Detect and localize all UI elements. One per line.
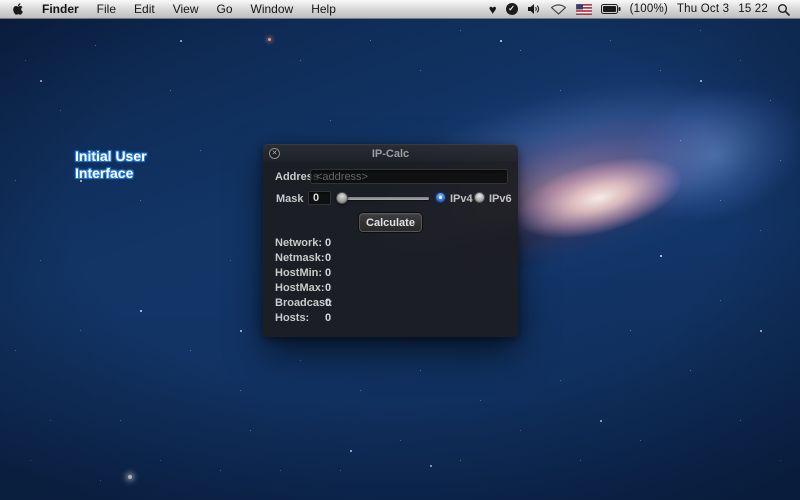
hostmax-label: HostMax:: [275, 282, 325, 294]
menu-item-window[interactable]: Window: [251, 2, 294, 16]
result-row-network: Network: 0: [263, 237, 518, 250]
menu-item-help[interactable]: Help: [311, 2, 336, 16]
mask-slider-track[interactable]: [337, 197, 429, 200]
heart-icon[interactable]: ♥: [489, 3, 497, 16]
annotation-line2: Interface: [75, 165, 147, 182]
netmask-value: 0: [325, 252, 331, 264]
menu-bar-time[interactable]: 15 22: [738, 3, 768, 15]
result-row-netmask: Netmask: 0: [263, 252, 518, 265]
hostmax-value: 0: [325, 282, 331, 294]
ip-calc-window: ✕ IP-Calc Address Mask IPv4 IPv6 Calcula…: [263, 144, 518, 337]
result-row-hosts: Hosts: 0: [263, 312, 518, 325]
hosts-value: 0: [325, 312, 331, 324]
menu-bar: Finder File Edit View Go Window Help ♥ ✓…: [0, 0, 800, 19]
result-row-hostmax: HostMax: 0: [263, 282, 518, 295]
checkmark-circle-icon[interactable]: ✓: [506, 3, 518, 15]
window-title: IP-Calc: [263, 148, 518, 160]
result-row-broadcast: Broadcast: 0: [263, 297, 518, 310]
netmask-label: Netmask:: [275, 252, 325, 264]
apple-menu-icon[interactable]: [12, 2, 24, 16]
menu-item-view[interactable]: View: [173, 2, 199, 16]
menu-item-go[interactable]: Go: [217, 2, 233, 16]
address-input[interactable]: [310, 169, 508, 184]
menu-item-edit[interactable]: Edit: [134, 2, 155, 16]
broadcast-value: 0: [325, 297, 331, 309]
spotlight-icon[interactable]: [777, 3, 790, 16]
ipv4-label[interactable]: IPv4: [450, 193, 473, 205]
menu-bar-date[interactable]: Thu Oct 3: [677, 3, 729, 15]
battery-percent[interactable]: (100%): [630, 3, 668, 15]
hosts-label: Hosts:: [275, 312, 309, 324]
hostmin-value: 0: [325, 267, 331, 279]
us-flag-icon[interactable]: [576, 4, 592, 15]
menu-bar-left: Finder File Edit View Go Window Help: [0, 0, 336, 18]
annotation-line1: Initial User: [75, 148, 147, 165]
mask-slider[interactable]: [337, 192, 429, 204]
menu-bar-status: ♥ ✓ (100%) Thu Oct 3 15 22: [489, 0, 800, 18]
ipv4-radio[interactable]: [435, 192, 446, 203]
volume-icon[interactable]: [527, 3, 541, 15]
mask-value-field[interactable]: [308, 191, 331, 205]
mask-slider-knob[interactable]: [336, 192, 348, 204]
annotation-initial-user-interface: Initial User Interface: [75, 148, 147, 182]
ipv6-label[interactable]: IPv6: [489, 193, 512, 205]
menu-item-finder[interactable]: Finder: [42, 2, 79, 16]
calculate-button[interactable]: Calculate: [359, 213, 422, 232]
wifi-off-icon[interactable]: [550, 3, 567, 15]
network-value: 0: [325, 237, 331, 249]
menu-item-file[interactable]: File: [97, 2, 116, 16]
result-row-hostmin: HostMin: 0: [263, 267, 518, 280]
window-titlebar[interactable]: ✕ IP-Calc: [263, 144, 518, 163]
network-label: Network:: [275, 237, 322, 249]
battery-icon[interactable]: [601, 4, 621, 14]
ipv6-radio[interactable]: [474, 192, 485, 203]
broadcast-label: Broadcast:: [275, 297, 332, 309]
hostmin-label: HostMin:: [275, 267, 322, 279]
mask-label: Mask: [276, 193, 304, 205]
